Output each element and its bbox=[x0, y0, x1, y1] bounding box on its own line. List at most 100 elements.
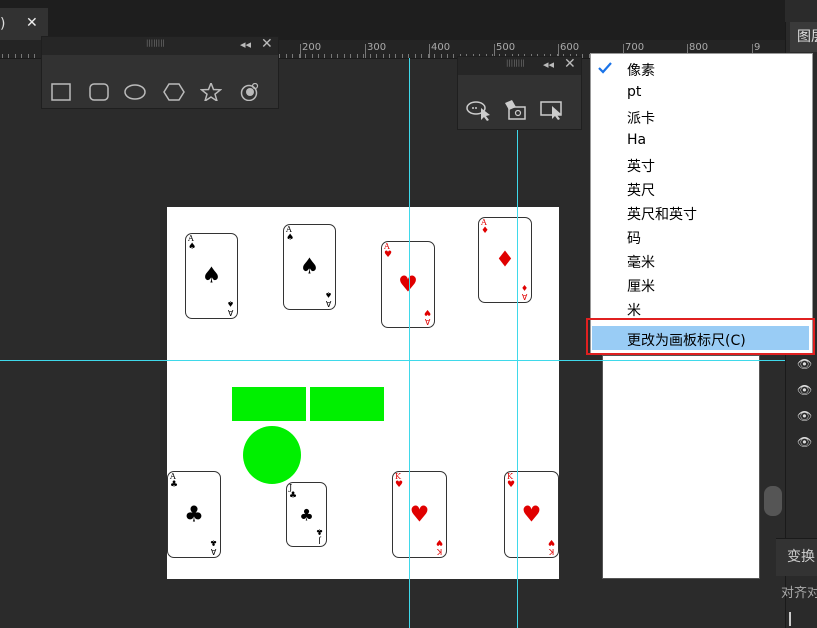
align-left-icon[interactable] bbox=[789, 612, 805, 626]
ruler-label: 700 bbox=[625, 42, 645, 53]
playing-card[interactable]: A ♠ ♠ A ♠ bbox=[283, 224, 336, 310]
ruler-minor-tick bbox=[312, 54, 313, 58]
green-rectangle[interactable] bbox=[232, 387, 306, 421]
menu-item-millimeter[interactable]: 毫米 bbox=[627, 252, 655, 272]
playing-card[interactable]: K ♥ ♥ K ♥ bbox=[392, 471, 447, 558]
green-circle[interactable] bbox=[243, 426, 301, 484]
green-rectangle[interactable] bbox=[310, 387, 384, 421]
eye-icon[interactable]: 👁 bbox=[797, 383, 812, 397]
close-icon[interactable]: ✕ bbox=[261, 36, 273, 52]
checkmark-icon bbox=[598, 62, 612, 74]
club-icon: ♣ bbox=[299, 505, 314, 524]
eye-icon[interactable]: 👁 bbox=[797, 409, 812, 423]
ruler-minor-tick bbox=[421, 54, 422, 58]
card-rank: A bbox=[424, 317, 431, 326]
card-corner: K ♥ bbox=[548, 538, 555, 556]
card-corner: A ♣ bbox=[210, 538, 217, 556]
grip-handle[interactable]: |||||||| bbox=[146, 39, 165, 47]
collapse-icon[interactable]: ◂◂ bbox=[543, 58, 554, 71]
eye-icon[interactable]: 👁 bbox=[797, 357, 812, 371]
ruler-minor-tick bbox=[324, 54, 325, 58]
club-icon: ♣ bbox=[315, 527, 323, 536]
spade-icon: ♠ bbox=[226, 299, 234, 308]
menu-item-ha[interactable]: Ha bbox=[627, 132, 646, 148]
ruler-minor-tick bbox=[331, 54, 332, 58]
ruler-minor-tick bbox=[434, 54, 435, 58]
rectangle-icon[interactable] bbox=[50, 83, 72, 101]
ruler-label: 9 bbox=[754, 42, 761, 53]
spade-icon: ♠ bbox=[286, 233, 295, 243]
playing-card[interactable]: A ♥ ♥ A ♥ bbox=[381, 241, 435, 328]
ruler-minor-tick bbox=[299, 54, 300, 58]
heart-icon: ♥ bbox=[507, 480, 516, 490]
panel-header[interactable]: |||||||| ◂◂ ✕ bbox=[458, 56, 581, 75]
menu-item-inch[interactable]: 英寸 bbox=[627, 156, 655, 176]
align-label: 对齐对 bbox=[781, 586, 817, 601]
tab-layers[interactable]: 图层 bbox=[790, 22, 817, 52]
menu-item-centimeter[interactable]: 厘米 bbox=[627, 276, 655, 296]
ruler-minor-tick bbox=[8, 54, 9, 58]
close-icon[interactable]: ✕ bbox=[26, 15, 38, 31]
document-tab-label: ) bbox=[0, 16, 6, 32]
card-corner: A ♥ bbox=[424, 308, 431, 326]
screen-cursor-icon[interactable] bbox=[539, 99, 567, 121]
spade-icon: ♠ bbox=[188, 242, 197, 252]
horizontal-guide[interactable] bbox=[0, 360, 785, 361]
menu-item-pt[interactable]: pt bbox=[627, 84, 641, 100]
menu-item-meter[interactable]: 米 bbox=[627, 300, 641, 320]
ruler-minor-tick bbox=[389, 54, 390, 58]
scrollbar-thumb[interactable] bbox=[764, 486, 782, 516]
secondary-artboard[interactable] bbox=[602, 355, 760, 579]
vertical-guide[interactable] bbox=[517, 58, 518, 628]
playing-card[interactable]: K ♥ ♥ K ♥ bbox=[504, 471, 559, 558]
ruler-minor-tick bbox=[453, 54, 454, 58]
speech-cursor-icon[interactable] bbox=[465, 99, 493, 121]
playing-card[interactable]: J ♣ ♣ J ♣ bbox=[286, 482, 327, 547]
ruler-minor-tick bbox=[357, 54, 358, 58]
eye-icon[interactable]: 👁 bbox=[797, 435, 812, 449]
menu-item-pixels[interactable]: 像素 bbox=[627, 60, 655, 80]
ruler-minor-tick bbox=[34, 54, 35, 58]
heart-icon: ♥ bbox=[423, 308, 431, 317]
ruler-minor-tick bbox=[279, 54, 280, 58]
tab-transform[interactable]: 变换 bbox=[776, 538, 817, 576]
menu-item-foot[interactable]: 英尺 bbox=[627, 180, 655, 200]
ruler-minor-tick bbox=[376, 54, 377, 58]
ruler-minor-tick bbox=[370, 54, 371, 58]
ruler-minor-tick bbox=[428, 54, 429, 58]
menu-item-pica[interactable]: 派卡 bbox=[627, 108, 655, 128]
playing-card[interactable]: A ♣ ♣ A ♣ bbox=[167, 471, 221, 558]
panel-header[interactable]: |||||||| ◂◂ ✕ bbox=[42, 36, 278, 55]
heart-icon: ♥ bbox=[435, 538, 443, 547]
menu-item-yard[interactable]: 码 bbox=[627, 228, 641, 248]
playing-card[interactable]: A ♦ ♦ A ♦ bbox=[478, 217, 532, 303]
heart-icon: ♥ bbox=[398, 272, 418, 297]
vertical-guide[interactable] bbox=[409, 58, 410, 628]
rounded-rectangle-icon[interactable] bbox=[88, 83, 110, 101]
ellipse-icon[interactable] bbox=[124, 83, 146, 101]
close-icon[interactable]: ✕ bbox=[564, 56, 576, 72]
ruler-minor-tick bbox=[402, 54, 403, 58]
ruler-minor-tick bbox=[28, 54, 29, 58]
ruler-label: 400 bbox=[431, 42, 451, 53]
ruler-minor-tick bbox=[350, 54, 351, 58]
playing-card[interactable]: A ♠ ♠ A ♠ bbox=[185, 233, 238, 319]
grip-handle[interactable]: |||||||| bbox=[506, 59, 525, 67]
ruler-label: 800 bbox=[689, 42, 709, 53]
menu-item-feet-inches[interactable]: 英尺和英寸 bbox=[627, 204, 697, 224]
ruler-label: 500 bbox=[496, 42, 516, 53]
star-icon[interactable] bbox=[200, 83, 222, 101]
ruler-minor-tick bbox=[305, 54, 306, 58]
collapse-icon[interactable]: ◂◂ bbox=[240, 38, 251, 51]
club-icon: ♣ bbox=[289, 491, 298, 501]
fill-bucket-icon[interactable] bbox=[502, 99, 528, 121]
hexagon-icon[interactable] bbox=[163, 83, 185, 101]
highlight-box bbox=[586, 318, 815, 355]
diamond-icon: ♦ bbox=[481, 226, 490, 236]
card-rank: J bbox=[318, 536, 321, 545]
spiral-icon[interactable] bbox=[238, 83, 260, 101]
spade-icon: ♠ bbox=[299, 254, 320, 280]
ruler-minor-tick bbox=[286, 54, 287, 58]
ruler-major-tick bbox=[300, 44, 301, 58]
card-rank: A bbox=[325, 299, 332, 308]
